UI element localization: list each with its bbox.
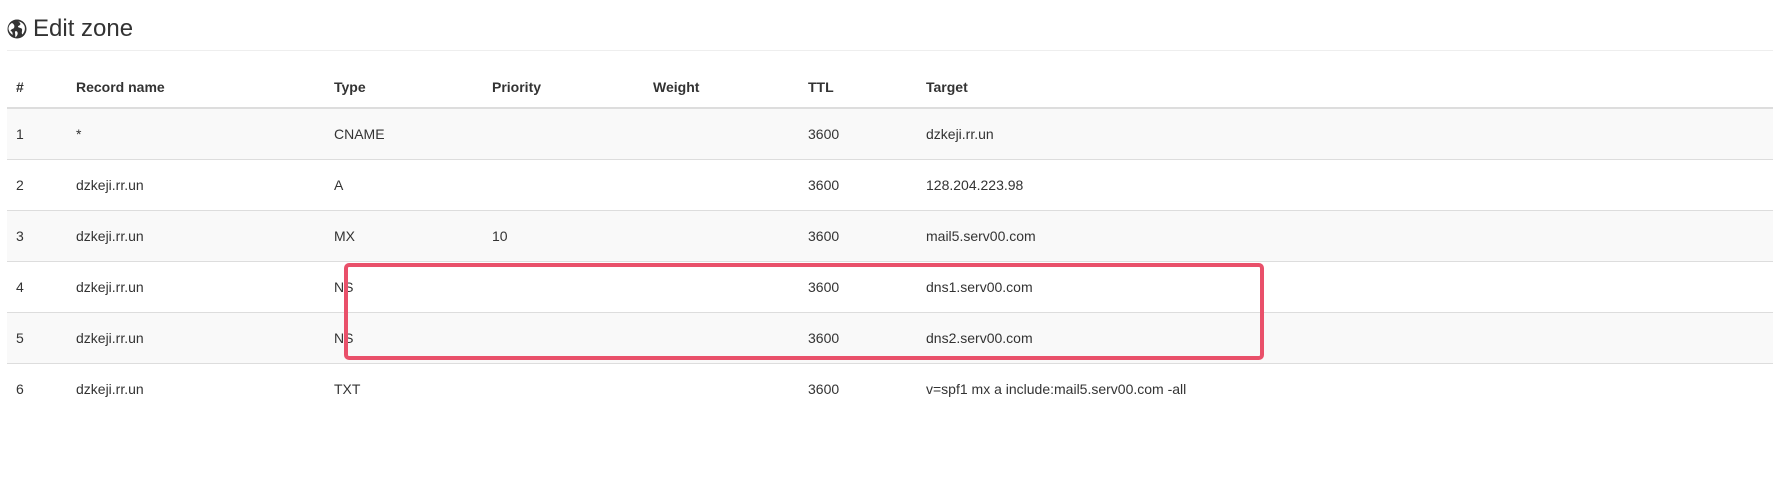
record-weight xyxy=(644,363,799,414)
row-number: 4 xyxy=(7,261,67,313)
record-weight xyxy=(644,210,799,262)
edit-zone-page: Edit zone # Record name Type Priority We… xyxy=(0,0,1773,482)
column-header-number[interactable]: # xyxy=(7,66,67,109)
record-type: CNAME xyxy=(325,108,483,160)
record-type: MX xyxy=(325,210,483,262)
record-weight xyxy=(644,159,799,211)
row-number: 5 xyxy=(7,312,67,364)
column-header-target[interactable]: Target xyxy=(917,66,1773,109)
record-priority xyxy=(483,159,644,211)
record-type: A xyxy=(325,159,483,211)
table-row[interactable]: 3 dzkeji.rr.un MX 10 3600 mail5.serv00.c… xyxy=(7,210,1773,262)
page-title: Edit zone xyxy=(33,15,134,42)
record-name: dzkeji.rr.un xyxy=(67,312,325,364)
row-number: 3 xyxy=(7,210,67,262)
record-priority xyxy=(483,312,644,364)
page-header: Edit zone xyxy=(7,14,133,44)
record-type: TXT xyxy=(325,363,483,414)
record-target: dns1.serv00.com xyxy=(917,261,1773,313)
table-header-row: # Record name Type Priority Weight TTL T… xyxy=(7,66,1773,109)
table-row[interactable]: 5 dzkeji.rr.un NS 3600 dns2.serv00.com xyxy=(7,312,1773,364)
record-weight xyxy=(644,261,799,313)
record-type: NS xyxy=(325,312,483,364)
record-name: dzkeji.rr.un xyxy=(67,159,325,211)
record-name: dzkeji.rr.un xyxy=(67,210,325,262)
globe-icon xyxy=(7,19,27,39)
table-row[interactable]: 2 dzkeji.rr.un A 3600 128.204.223.98 xyxy=(7,159,1773,211)
record-target: v=spf1 mx a include:mail5.serv00.com -al… xyxy=(917,363,1773,414)
column-header-record-name[interactable]: Record name xyxy=(67,66,325,109)
row-number: 2 xyxy=(7,159,67,211)
column-header-weight[interactable]: Weight xyxy=(644,66,799,109)
column-header-ttl[interactable]: TTL xyxy=(799,66,917,109)
record-priority xyxy=(483,108,644,160)
record-name: * xyxy=(67,108,325,160)
record-weight xyxy=(644,108,799,160)
record-ttl: 3600 xyxy=(799,261,917,313)
row-number: 6 xyxy=(7,363,67,414)
record-type: NS xyxy=(325,261,483,313)
record-ttl: 3600 xyxy=(799,108,917,160)
record-target: 128.204.223.98 xyxy=(917,159,1773,211)
record-ttl: 3600 xyxy=(799,159,917,211)
column-header-priority[interactable]: Priority xyxy=(483,66,644,109)
record-target: dzkeji.rr.un xyxy=(917,108,1773,160)
record-priority xyxy=(483,363,644,414)
table-row[interactable]: 1 * CNAME 3600 dzkeji.rr.un xyxy=(7,108,1773,160)
record-target: dns2.serv00.com xyxy=(917,312,1773,364)
record-ttl: 3600 xyxy=(799,210,917,262)
record-target: mail5.serv00.com xyxy=(917,210,1773,262)
record-name: dzkeji.rr.un xyxy=(67,261,325,313)
record-priority xyxy=(483,261,644,313)
row-number: 1 xyxy=(7,108,67,160)
table-row[interactable]: 6 dzkeji.rr.un TXT 3600 v=spf1 mx a incl… xyxy=(7,363,1773,414)
dns-records-table: # Record name Type Priority Weight TTL T… xyxy=(7,66,1773,414)
header-divider xyxy=(7,50,1773,51)
record-weight xyxy=(644,312,799,364)
column-header-type[interactable]: Type xyxy=(325,66,483,109)
record-priority: 10 xyxy=(483,210,644,262)
record-name: dzkeji.rr.un xyxy=(67,363,325,414)
record-ttl: 3600 xyxy=(799,312,917,364)
record-ttl: 3600 xyxy=(799,363,917,414)
table-row[interactable]: 4 dzkeji.rr.un NS 3600 dns1.serv00.com xyxy=(7,261,1773,313)
